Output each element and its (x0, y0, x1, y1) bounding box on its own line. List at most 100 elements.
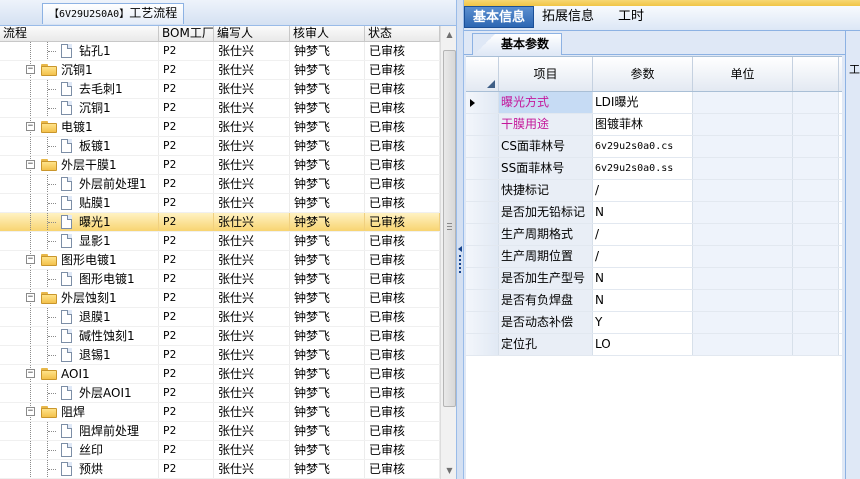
parameter-row[interactable]: SS面菲林号 6v29u2s0a0.ss (466, 158, 842, 180)
table-row[interactable]: − 阻焊 P2 张仕兴 钟梦飞 已审核 (0, 403, 440, 422)
flow-cell[interactable]: 钻孔1 (0, 42, 159, 60)
tab-basic-info[interactable]: 基本信息 (464, 6, 535, 28)
collapse-left-icon[interactable] (458, 246, 462, 252)
flow-cell[interactable]: 显影1 (0, 232, 159, 250)
table-row[interactable]: 去毛刺1 P2 张仕兴 钟梦飞 已审核 (0, 80, 440, 99)
row-indicator[interactable] (466, 180, 499, 201)
parameter-unit-cell[interactable] (693, 268, 793, 289)
row-indicator[interactable] (466, 290, 499, 311)
row-indicator[interactable] (466, 158, 499, 179)
table-row[interactable]: 外层前处理1 P2 张仕兴 钟梦飞 已审核 (0, 175, 440, 194)
parameter-unit-cell[interactable] (693, 290, 793, 311)
row-indicator[interactable] (466, 202, 499, 223)
parameter-row[interactable]: 是否加无铅标记 N (466, 202, 842, 224)
row-indicator[interactable] (466, 114, 499, 135)
table-row[interactable]: 钻孔1 P2 张仕兴 钟梦飞 已审核 (0, 42, 440, 61)
flow-cell[interactable]: 图形电镀1 (0, 270, 159, 288)
parameter-unit-cell[interactable] (693, 136, 793, 157)
row-indicator[interactable] (466, 268, 499, 289)
collapse-node-icon[interactable]: − (26, 255, 35, 264)
parameter-unit-cell[interactable] (693, 246, 793, 267)
parameter-value-cell[interactable]: / (593, 224, 693, 245)
flow-cell[interactable]: 沉铜1 (0, 99, 159, 117)
table-row[interactable]: 曝光1 P2 张仕兴 钟梦飞 已审核 (0, 213, 440, 232)
table-row[interactable]: − 电镀1 P2 张仕兴 钟梦飞 已审核 (0, 118, 440, 137)
flow-cell[interactable]: 去毛刺1 (0, 80, 159, 98)
parameter-value-cell[interactable]: N (593, 202, 693, 223)
parameter-row[interactable]: 生产周期位置 / (466, 246, 842, 268)
table-row[interactable]: 阻焊前处理 P2 张仕兴 钟梦飞 已审核 (0, 422, 440, 441)
parameter-row[interactable]: CS面菲林号 6v29u2s0a0.cs (466, 136, 842, 158)
parameter-value-cell[interactable]: 6v29u2s0a0.cs (593, 136, 693, 157)
flow-cell[interactable]: 预烘 (0, 460, 159, 478)
table-row[interactable]: 沉铜1 P2 张仕兴 钟梦飞 已审核 (0, 99, 440, 118)
table-row[interactable]: − 沉铜1 P2 张仕兴 钟梦飞 已审核 (0, 61, 440, 80)
flow-cell[interactable]: − AOI1 (0, 365, 159, 383)
table-row[interactable]: 外层AOI1 P2 张仕兴 钟梦飞 已审核 (0, 384, 440, 403)
flow-cell[interactable]: 板镀1 (0, 137, 159, 155)
flow-cell[interactable]: 退膜1 (0, 308, 159, 326)
flow-cell[interactable]: 曝光1 (0, 213, 159, 231)
flow-cell[interactable]: − 图形电镀1 (0, 251, 159, 269)
table-row[interactable]: 板镀1 P2 张仕兴 钟梦飞 已审核 (0, 137, 440, 156)
parameter-unit-cell[interactable] (693, 114, 793, 135)
table-row[interactable]: 显影1 P2 张仕兴 钟梦飞 已审核 (0, 232, 440, 251)
flow-cell[interactable]: 外层AOI1 (0, 384, 159, 402)
parameter-value-cell[interactable]: N (593, 268, 693, 289)
table-row[interactable]: − 图形电镀1 P2 张仕兴 钟梦飞 已审核 (0, 251, 440, 270)
flow-cell[interactable]: − 电镀1 (0, 118, 159, 136)
table-row[interactable]: 碱性蚀刻1 P2 张仕兴 钟梦飞 已审核 (0, 327, 440, 346)
parameter-value-cell[interactable]: Y (593, 312, 693, 333)
table-row[interactable]: − AOI1 P2 张仕兴 钟梦飞 已审核 (0, 365, 440, 384)
parameter-row[interactable]: 是否加生产型号 N (466, 268, 842, 290)
parameter-row[interactable]: 定位孔 LO (466, 334, 842, 356)
column-header-item[interactable]: 项目 (499, 57, 593, 91)
collapse-node-icon[interactable]: − (26, 65, 35, 74)
collapse-node-icon[interactable]: − (26, 122, 35, 131)
parameter-value-cell[interactable]: / (593, 246, 693, 267)
row-indicator[interactable] (466, 334, 499, 355)
parameter-unit-cell[interactable] (693, 158, 793, 179)
flow-cell[interactable]: 阻焊前处理 (0, 422, 159, 440)
row-indicator[interactable] (466, 312, 499, 333)
parameter-row[interactable]: 干膜用途 图镀菲林 (466, 114, 842, 136)
parameter-unit-cell[interactable] (693, 92, 793, 113)
table-row[interactable]: 预烘 P2 张仕兴 钟梦飞 已审核 (0, 460, 440, 479)
table-row[interactable]: 退锡1 P2 张仕兴 钟梦飞 已审核 (0, 346, 440, 365)
parameter-unit-cell[interactable] (693, 334, 793, 355)
scrollbar-thumb[interactable] (443, 50, 456, 407)
row-indicator-header[interactable] (466, 57, 499, 91)
flow-cell[interactable]: − 外层蚀刻1 (0, 289, 159, 307)
column-header-writer[interactable]: 编写人 (214, 26, 290, 41)
row-indicator[interactable] (466, 136, 499, 157)
tab-extended-info[interactable]: 拓展信息 (534, 6, 602, 28)
collapse-node-icon[interactable]: − (26, 293, 35, 302)
table-row[interactable]: 贴膜1 P2 张仕兴 钟梦飞 已审核 (0, 194, 440, 213)
column-header-param[interactable]: 参数 (593, 57, 693, 91)
row-indicator[interactable] (466, 246, 499, 267)
flow-cell[interactable]: 丝印 (0, 441, 159, 459)
collapsed-tab-label[interactable]: 工 (849, 61, 860, 77)
panel-splitter[interactable] (456, 0, 464, 479)
table-row[interactable]: 退膜1 P2 张仕兴 钟梦飞 已审核 (0, 308, 440, 327)
parameter-unit-cell[interactable] (693, 180, 793, 201)
parameter-row[interactable]: 是否动态补偿 Y (466, 312, 842, 334)
flow-cell[interactable]: − 沉铜1 (0, 61, 159, 79)
parameter-value-cell[interactable]: 图镀菲林 (593, 114, 693, 135)
tab-work-hours[interactable]: 工时 (610, 6, 652, 28)
flow-cell[interactable]: − 外层干膜1 (0, 156, 159, 174)
flow-cell[interactable]: 退锡1 (0, 346, 159, 364)
column-header-auditor[interactable]: 核审人 (290, 26, 365, 41)
collapsed-side-panel[interactable]: 工 (845, 31, 860, 479)
column-header-unit[interactable]: 单位 (693, 57, 793, 91)
process-flow-title-tab[interactable]: 【6V29U2S0A0】工艺流程 (42, 3, 185, 24)
table-row[interactable]: 丝印 P2 张仕兴 钟梦飞 已审核 (0, 441, 440, 460)
parameter-value-cell[interactable]: LO (593, 334, 693, 355)
parameter-unit-cell[interactable] (693, 224, 793, 245)
subtab-basic-params[interactable]: 基本参数 (472, 33, 563, 56)
table-row[interactable]: − 外层干膜1 P2 张仕兴 钟梦飞 已审核 (0, 156, 440, 175)
flow-cell[interactable]: − 阻焊 (0, 403, 159, 421)
parameter-unit-cell[interactable] (693, 312, 793, 333)
row-indicator[interactable] (466, 224, 499, 245)
parameter-value-cell[interactable]: / (593, 180, 693, 201)
